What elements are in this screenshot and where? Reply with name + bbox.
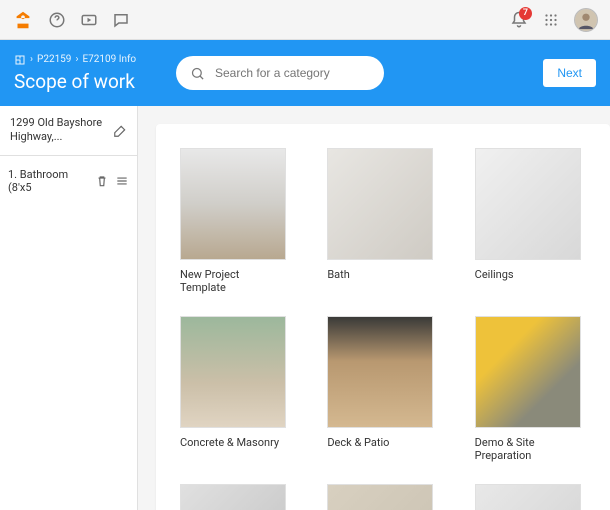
tile-image: [475, 484, 581, 510]
topbar-left: [12, 9, 130, 31]
topbar-right: 7: [510, 8, 598, 32]
search-input[interactable]: [215, 66, 370, 80]
category-tile[interactable]: [327, 484, 433, 510]
help-icon[interactable]: [48, 11, 66, 29]
category-tile[interactable]: New Project Template: [180, 148, 286, 294]
address-text: 1299 Old Bayshore Highway,...: [10, 116, 107, 145]
category-tile[interactable]: [475, 484, 581, 510]
tile-label: New Project Template: [180, 268, 286, 294]
delete-icon[interactable]: [95, 174, 109, 188]
room-row[interactable]: 1. Bathroom (8'x5: [0, 156, 137, 206]
tile-label: Deck & Patio: [327, 436, 433, 449]
breadcrumb-item[interactable]: E72109 Info: [82, 54, 136, 65]
page-title: Scope of work: [14, 70, 164, 93]
chat-icon[interactable]: [112, 11, 130, 29]
category-tile[interactable]: Ceilings: [475, 148, 581, 294]
category-card: New Project Template Bath Ceilings Concr…: [156, 124, 610, 510]
apps-icon[interactable]: [542, 11, 560, 29]
category-tile[interactable]: Bath: [327, 148, 433, 294]
header-bar: › P22159 › E72109 Info Scope of work Nex…: [0, 40, 610, 106]
breadcrumb[interactable]: › P22159 › E72109 Info: [14, 54, 164, 66]
category-tile[interactable]: Demo & Site Preparation: [475, 316, 581, 462]
main-content: New Project Template Bath Ceilings Concr…: [138, 106, 610, 510]
tile-image: [327, 316, 433, 428]
tile-label: Ceilings: [475, 268, 581, 281]
tile-label: Bath: [327, 268, 433, 281]
avatar[interactable]: [574, 8, 598, 32]
category-tile[interactable]: Concrete & Masonry: [180, 316, 286, 462]
category-grid: New Project Template Bath Ceilings Concr…: [180, 148, 594, 510]
address-row: 1299 Old Bayshore Highway,...: [0, 106, 137, 156]
room-label: 1. Bathroom (8'x5: [8, 168, 89, 194]
floorplan-icon: [14, 54, 26, 66]
tile-image: [327, 148, 433, 260]
sidebar: 1299 Old Bayshore Highway,... 1. Bathroo…: [0, 106, 138, 510]
tile-image: [475, 148, 581, 260]
category-tile[interactable]: Deck & Patio: [327, 316, 433, 462]
edit-icon[interactable]: [113, 123, 127, 137]
category-tile[interactable]: [180, 484, 286, 510]
video-icon[interactable]: [80, 11, 98, 29]
bell-icon[interactable]: 7: [510, 11, 528, 29]
tile-image: [180, 484, 286, 510]
app-logo[interactable]: [12, 9, 34, 31]
tile-image: [475, 316, 581, 428]
search-icon: [190, 66, 205, 81]
tile-image: [327, 484, 433, 510]
tile-label: Concrete & Masonry: [180, 436, 286, 449]
tile-image: [180, 316, 286, 428]
next-button[interactable]: Next: [543, 59, 596, 87]
search-pill[interactable]: [176, 56, 384, 90]
tile-label: Demo & Site Preparation: [475, 436, 581, 462]
topbar: 7: [0, 0, 610, 40]
breadcrumb-item[interactable]: P22159: [37, 54, 71, 65]
tile-image: [180, 148, 286, 260]
menu-icon[interactable]: [115, 174, 129, 188]
notification-badge: 7: [519, 7, 532, 20]
